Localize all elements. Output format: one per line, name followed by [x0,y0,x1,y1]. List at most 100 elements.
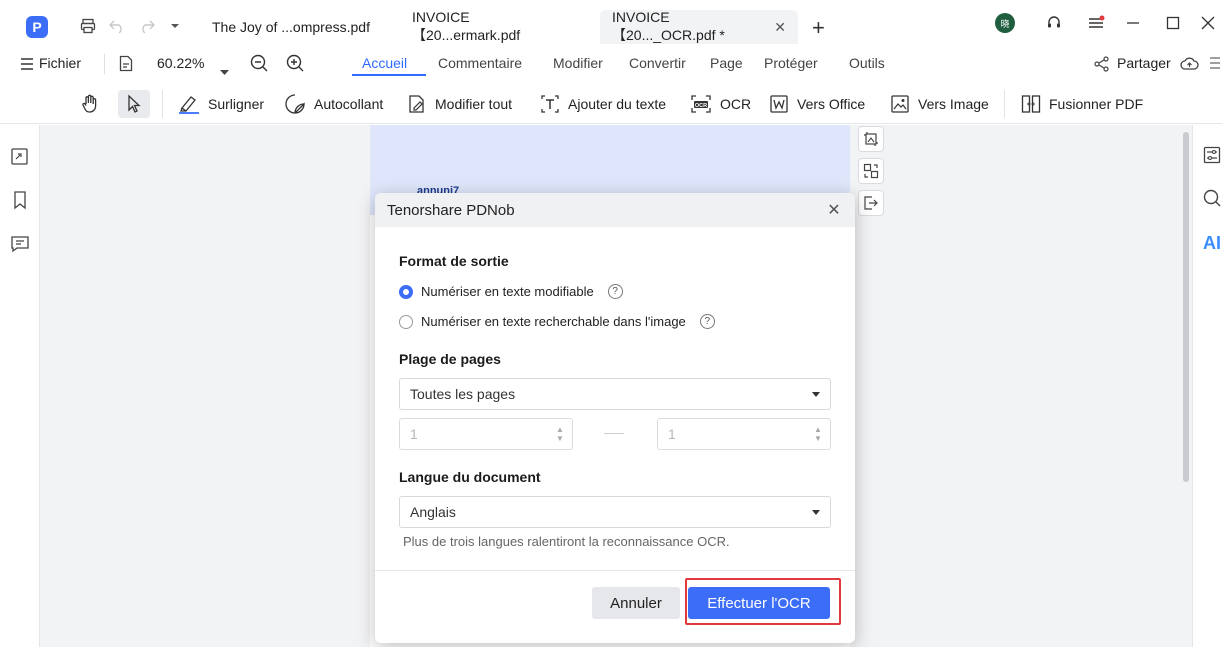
to-page-value: 1 [668,426,676,442]
help-icon[interactable]: ? [699,314,715,329]
cloud-upload-icon[interactable] [1180,56,1199,74]
close-icon[interactable]: ✕ [825,201,843,219]
svg-text:OCR: OCR [695,103,707,109]
edit-document-icon [409,95,424,113]
page-range-value: Toutes les pages [410,386,516,402]
edit-all-button[interactable]: Modifier tout [407,90,512,118]
language-select[interactable]: Anglais [399,496,831,528]
tab-proteger[interactable]: Protéger [764,55,818,71]
tab-document-1[interactable]: The Joy of ...ompress.pdf [200,10,386,44]
highlight-button[interactable]: Surligner [178,90,264,118]
tab-label: INVOICE【20..._OCR.pdf * [612,9,725,43]
menu-icon[interactable] [1085,12,1107,34]
zoom-out-icon[interactable] [250,54,268,75]
search-icon[interactable] [1203,189,1221,210]
zoom-value[interactable]: 60.22% [157,55,204,71]
tool-label: Surligner [208,96,265,112]
hand-tool-button[interactable] [80,90,108,118]
image-icon [891,95,909,113]
print-icon[interactable] [79,17,97,35]
replace-page-icon[interactable] [858,158,884,184]
ocr-button[interactable]: OCR OCR [690,90,751,118]
menu-bar: Fichier 60.22% Accueil Commentaire Modif… [0,44,1222,84]
option-label: Numériser en texte modifiable [421,284,594,299]
extract-page-icon[interactable] [858,190,884,216]
text-box-icon [541,95,559,113]
add-text-button[interactable]: Ajouter du texte [540,90,666,118]
option-editable-text[interactable]: Numériser en texte modifiable ? [399,284,623,299]
tab-convertir[interactable]: Convertir [629,55,686,71]
sticky-note-icon [285,94,305,114]
ocr-icon: OCR [691,95,711,113]
share-icon[interactable] [1094,56,1110,75]
chevron-down-icon [812,392,820,397]
help-icon[interactable]: ? [607,284,623,299]
from-page-input[interactable]: 1 ▲ ▼ [399,418,573,450]
floating-page-tools [858,126,884,222]
chevron-down-icon [812,510,820,515]
app-logo-icon[interactable]: P [26,16,48,38]
zoom-dropdown-icon[interactable] [220,62,229,78]
language-value: Anglais [410,504,456,520]
tab-commentaire[interactable]: Commentaire [438,55,522,71]
merge-pdf-button[interactable]: Fusionner PDF [1021,90,1143,118]
quick-access-dropdown-icon[interactable] [166,17,184,35]
to-page-input[interactable]: 1 ▲ ▼ [657,418,831,450]
tab-document-3[interactable]: INVOICE【20..._OCR.pdf * ✕ [600,9,798,44]
stepper-icon[interactable]: ▲ ▼ [556,425,564,445]
close-window-icon[interactable] [1197,12,1219,34]
radio-searchable[interactable] [399,314,413,329]
avatar[interactable]: 晓 [995,13,1015,33]
to-office-button[interactable]: Vers Office [769,90,865,118]
language-title: Langue du document [399,469,541,485]
tab-outils[interactable]: Outils [849,55,885,71]
redo-icon[interactable] [138,17,156,35]
tab-accueil[interactable]: Accueil [362,55,407,71]
tool-label: Vers Office [797,96,866,112]
dialog-title: Tenorshare PDNob [387,201,515,219]
zoom-in-icon[interactable] [286,54,304,75]
minimize-icon[interactable] [1122,12,1144,34]
select-tool-button[interactable] [118,90,150,118]
page-range-select[interactable]: Toutes les pages [399,378,831,410]
output-format-title: Format de sortie [399,253,509,269]
tool-label: Ajouter du texte [568,96,667,112]
option-searchable-text[interactable]: Numériser en texte recherchable dans l'i… [399,314,715,329]
bookmark-icon[interactable] [10,190,30,210]
hamburger-icon[interactable] [20,57,34,73]
highlighter-icon [179,96,199,114]
tool-label: Autocollant [314,96,384,112]
tab-document-2[interactable]: INVOICE【20...ermark.pdf [400,9,586,44]
maximize-icon[interactable] [1162,12,1184,34]
file-menu[interactable]: Fichier [39,55,81,71]
tab-close-icon[interactable]: ✕ [774,19,786,36]
from-page-value: 1 [410,426,418,442]
support-headset-icon[interactable] [1043,12,1065,34]
comments-panel-icon[interactable] [10,234,30,254]
to-image-button[interactable]: Vers Image [890,90,989,118]
tab-modifier[interactable]: Modifier [553,55,603,71]
share-button[interactable]: Partager [1117,55,1171,71]
undo-icon[interactable] [108,17,126,35]
crop-icon[interactable] [858,126,884,152]
cursor-arrow-icon [128,94,141,113]
vertical-scrollbar[interactable] [1183,132,1189,482]
active-tab-indicator [352,74,426,76]
page-range-title: Plage de pages [399,351,501,367]
page-view-icon[interactable] [119,55,133,75]
cancel-button[interactable]: Annuler [592,587,680,619]
tool-label: Fusionner PDF [1049,96,1144,112]
properties-panel-icon[interactable] [1203,146,1221,167]
new-tab-icon[interactable]: + [812,15,825,41]
sticky-note-button[interactable]: Autocollant [284,90,383,118]
ai-assistant-icon[interactable]: AI [1203,233,1221,254]
divider [1004,90,1005,118]
left-sidebar [0,125,40,647]
collapse-ribbon-icon[interactable] [1209,56,1221,73]
tool-label: OCR [720,96,752,112]
word-document-icon [770,95,788,113]
stepper-icon[interactable]: ▲ ▼ [814,425,822,445]
tab-page[interactable]: Page [710,55,743,71]
radio-editable[interactable] [399,284,413,299]
thumbnail-panel-icon[interactable] [10,147,30,167]
